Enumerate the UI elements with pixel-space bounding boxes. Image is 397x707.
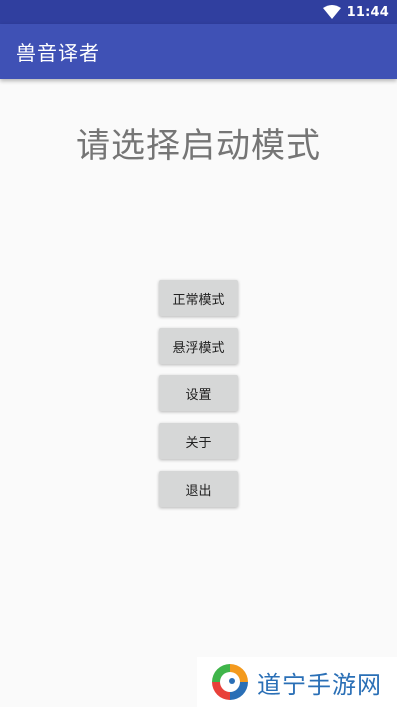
about-button[interactable]: 关于 [159, 423, 238, 459]
app-title: 兽音译者 [16, 41, 100, 65]
watermark-text: 道宁手游网 [257, 670, 382, 699]
normal-mode-button[interactable]: 正常模式 [159, 280, 238, 316]
app-bar: 兽音译者 [0, 24, 397, 79]
swirl-logo-icon [212, 664, 248, 700]
exit-button[interactable]: 退出 [159, 471, 238, 507]
mode-prompt: 请选择启动模式 [76, 126, 321, 166]
settings-button[interactable]: 设置 [159, 375, 238, 411]
watermark: 道宁手游网 [197, 657, 397, 707]
floating-mode-button[interactable]: 悬浮模式 [159, 328, 238, 364]
app-screen: 11:44 兽音译者 请选择启动模式 正常模式 悬浮模式 设置 关于 退出 道宁… [0, 0, 397, 707]
wifi-icon [322, 5, 341, 19]
status-time: 11:44 [346, 4, 389, 20]
status-bar: 11:44 [0, 0, 397, 24]
